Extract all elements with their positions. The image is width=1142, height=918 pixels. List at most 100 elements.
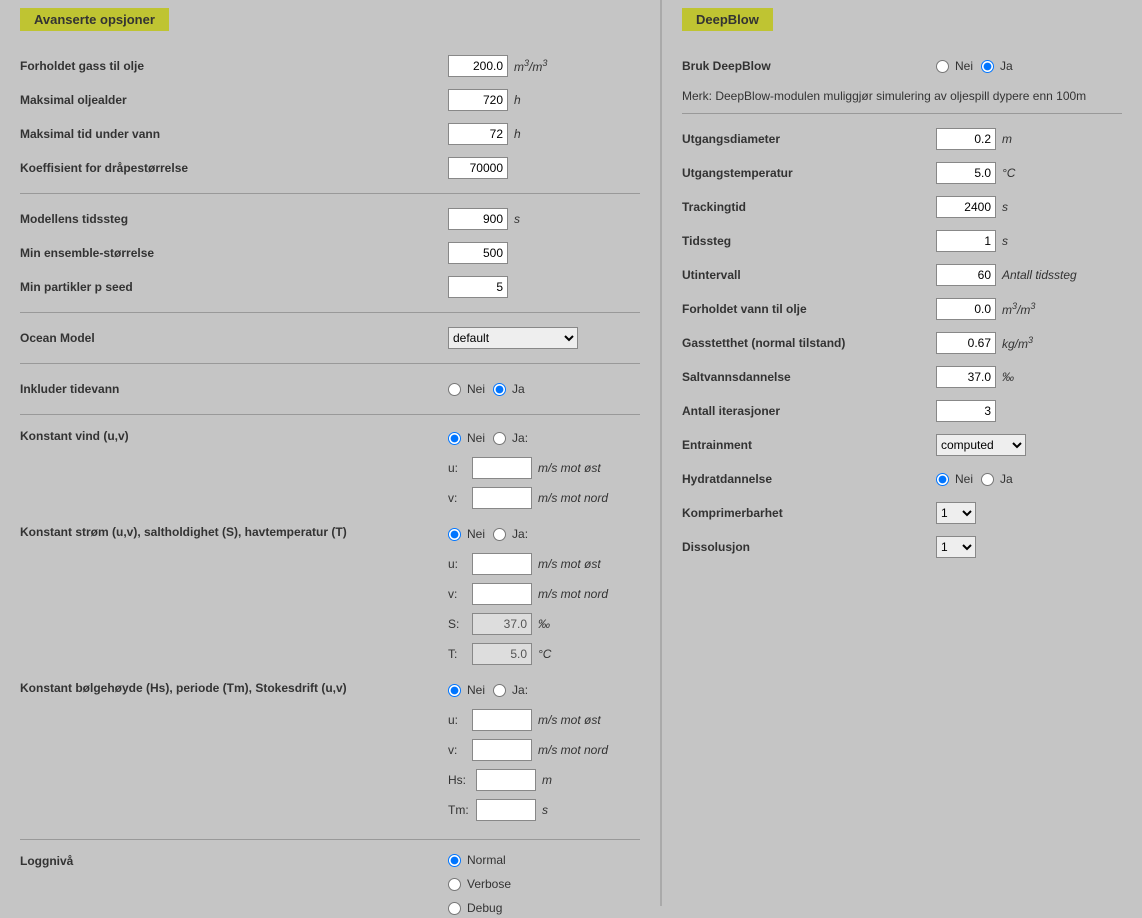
input-salt-formation[interactable] xyxy=(936,366,996,388)
label-const-wind: Konstant vind (u,v) xyxy=(20,425,448,443)
label-iterations: Antall iterasjoner xyxy=(682,404,936,418)
sub-label-t: T: xyxy=(448,647,472,661)
unit-model-timestep: s xyxy=(514,212,520,226)
unit-current-s: ‰ xyxy=(538,617,550,631)
input-max-underwater[interactable] xyxy=(448,123,508,145)
radio-tide-nei[interactable] xyxy=(448,383,461,396)
radio-deepblow-ja[interactable] xyxy=(981,60,994,73)
radio-hydrate-nei[interactable] xyxy=(936,473,949,486)
unit-wind-u: m/s mot øst xyxy=(538,461,601,475)
separator xyxy=(682,113,1122,114)
label-const-wave: Konstant bølgehøyde (Hs), periode (Tm), … xyxy=(20,677,448,695)
input-wave-hs[interactable] xyxy=(476,769,536,791)
unit-gas-oil-ratio: m3/m3 xyxy=(514,58,547,74)
unit-wave-v: m/s mot nord xyxy=(538,743,608,757)
unit-current-u: m/s mot øst xyxy=(538,557,601,571)
section-title-deepblow: DeepBlow xyxy=(682,8,773,31)
radio-label: Normal xyxy=(467,853,506,867)
input-exit-temp[interactable] xyxy=(936,162,996,184)
select-dissolution[interactable]: 1 xyxy=(936,536,976,558)
unit-current-v: m/s mot nord xyxy=(538,587,608,601)
input-model-timestep[interactable] xyxy=(448,208,508,230)
input-current-u[interactable] xyxy=(472,553,532,575)
input-wave-u[interactable] xyxy=(472,709,532,731)
label-hydrate: Hydratdannelse xyxy=(682,472,936,486)
label-use-deepblow: Bruk DeepBlow xyxy=(682,59,936,73)
unit-exit-temp: °C xyxy=(1002,166,1015,180)
label-exit-temp: Utgangstemperatur xyxy=(682,166,936,180)
unit-gas-density: kg/m3 xyxy=(1002,335,1033,351)
input-min-particles[interactable] xyxy=(448,276,508,298)
unit-wave-tm: s xyxy=(542,803,548,817)
select-ocean-model[interactable]: default xyxy=(448,327,578,349)
label-model-timestep: Modellens tidssteg xyxy=(20,212,448,226)
input-wind-u[interactable] xyxy=(472,457,532,479)
select-compressibility[interactable]: 1 xyxy=(936,502,976,524)
label-loglevel: Loggnivå xyxy=(20,850,448,868)
input-water-oil-ratio[interactable] xyxy=(936,298,996,320)
radio-log-verbose[interactable] xyxy=(448,878,461,891)
label-exit-diameter: Utgangsdiameter xyxy=(682,132,936,146)
label-include-tide: Inkluder tidevann xyxy=(20,382,448,396)
radio-label: Ja xyxy=(1000,472,1013,486)
separator xyxy=(20,193,640,194)
input-wave-v[interactable] xyxy=(472,739,532,761)
unit-current-t: °C xyxy=(538,647,551,661)
unit-water-oil: m3/m3 xyxy=(1002,301,1035,317)
separator xyxy=(20,839,640,840)
label-gas-density: Gasstetthet (normal tilstand) xyxy=(682,336,936,350)
input-current-s[interactable] xyxy=(472,613,532,635)
input-tracking-time[interactable] xyxy=(936,196,996,218)
input-current-v[interactable] xyxy=(472,583,532,605)
input-wave-tm[interactable] xyxy=(476,799,536,821)
input-timestep[interactable] xyxy=(936,230,996,252)
radio-label-ja: Ja xyxy=(512,382,525,396)
radio-current-nei[interactable] xyxy=(448,528,461,541)
label-max-oil-age: Maksimal oljealder xyxy=(20,93,448,107)
unit-tracking-time: s xyxy=(1002,200,1008,214)
label-gas-oil-ratio: Forholdet gass til olje xyxy=(20,59,448,73)
unit-wind-v: m/s mot nord xyxy=(538,491,608,505)
radio-log-debug[interactable] xyxy=(448,902,461,915)
input-max-oil-age[interactable] xyxy=(448,89,508,111)
sub-label-v: v: xyxy=(448,587,472,601)
radio-label: Ja xyxy=(1000,59,1013,73)
unit-max-oil-age: h xyxy=(514,93,521,107)
input-exit-diameter[interactable] xyxy=(936,128,996,150)
label-tracking-time: Trackingtid xyxy=(682,200,936,214)
radio-label-nei: Nei xyxy=(467,382,485,396)
input-wind-v[interactable] xyxy=(472,487,532,509)
label-salt-formation: Saltvannsdannelse xyxy=(682,370,936,384)
separator xyxy=(20,363,640,364)
radio-wave-ja[interactable] xyxy=(493,684,506,697)
label-entrainment: Entrainment xyxy=(682,438,936,452)
input-current-t[interactable] xyxy=(472,643,532,665)
radio-wave-nei[interactable] xyxy=(448,684,461,697)
input-min-ensemble[interactable] xyxy=(448,242,508,264)
input-iterations[interactable] xyxy=(936,400,996,422)
radio-wind-nei[interactable] xyxy=(448,432,461,445)
radio-tide-ja[interactable] xyxy=(493,383,506,396)
radio-wind-ja[interactable] xyxy=(493,432,506,445)
label-timestep: Tidssteg xyxy=(682,234,936,248)
sub-label-tm: Tm: xyxy=(448,803,476,817)
radio-log-normal[interactable] xyxy=(448,854,461,867)
select-entrainment[interactable]: computed xyxy=(936,434,1026,456)
input-drop-coeff[interactable] xyxy=(448,157,508,179)
unit-wave-u: m/s mot øst xyxy=(538,713,601,727)
radio-deepblow-nei[interactable] xyxy=(936,60,949,73)
section-title-advanced: Avanserte opsjoner xyxy=(20,8,169,31)
sub-label-v: v: xyxy=(448,743,472,757)
input-gas-density[interactable] xyxy=(936,332,996,354)
radio-label: Nei xyxy=(467,431,485,445)
radio-hydrate-ja[interactable] xyxy=(981,473,994,486)
input-out-interval[interactable] xyxy=(936,264,996,286)
unit-timestep: s xyxy=(1002,234,1008,248)
sub-label-u: u: xyxy=(448,557,472,571)
input-gas-oil-ratio[interactable] xyxy=(448,55,508,77)
label-ocean-model: Ocean Model xyxy=(20,331,448,345)
radio-label: Ja: xyxy=(512,683,528,697)
radio-current-ja[interactable] xyxy=(493,528,506,541)
label-compressibility: Komprimerbarhet xyxy=(682,506,936,520)
radio-label: Ja: xyxy=(512,431,528,445)
